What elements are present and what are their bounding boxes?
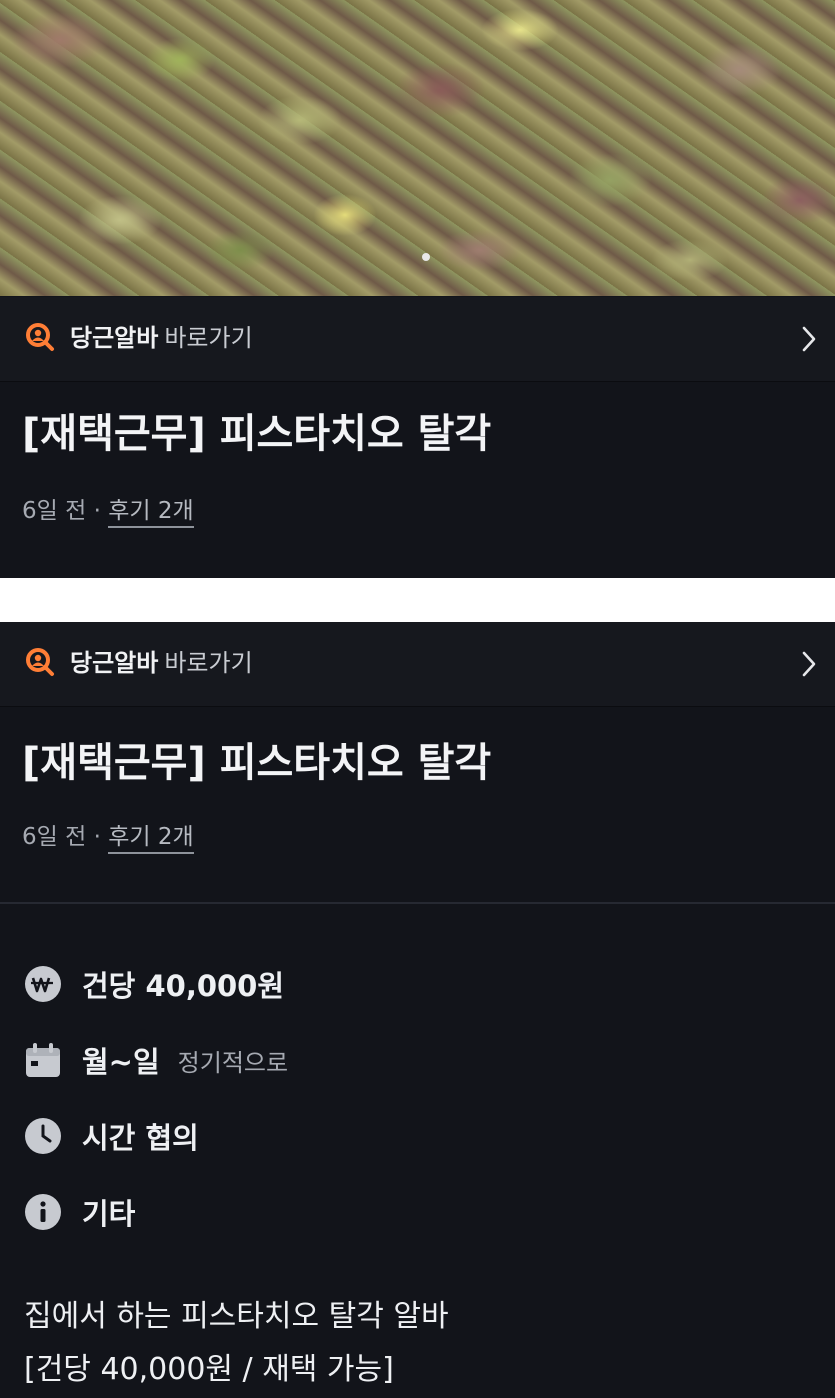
- post-meta: 6일 전 · 후기 2개: [22, 822, 194, 854]
- daangn-alba-logo-icon: [26, 648, 54, 676]
- work-days-frequency: 정기적으로: [177, 1048, 289, 1077]
- info-icon: [25, 1194, 61, 1230]
- link-shortcut-label: 바로가기: [164, 324, 253, 352]
- job-post-card-detail: 당근알바 바로가기 [재택근무] 피스타치오 탈각 6일 전 · 후기 2개 건당…: [0, 622, 835, 1398]
- daangn-alba-link-text: 당근알바 바로가기: [70, 648, 253, 678]
- posted-time: 6일 전: [22, 824, 87, 850]
- pay-row: 건당 40,000원: [24, 964, 284, 1004]
- brand-name: 당근알바: [70, 649, 159, 677]
- other-row: 기타: [24, 1192, 135, 1232]
- meta-separator: ·: [93, 824, 101, 850]
- work-days-label: 월~일: [82, 1045, 160, 1079]
- chevron-right-icon: [802, 651, 816, 677]
- meta-separator: ·: [93, 498, 101, 524]
- won-coin-icon: [25, 966, 61, 1002]
- work-time-row: 시간 협의: [24, 1116, 199, 1156]
- description-line-2: [건당 40,000원 / 재택 가능]: [24, 1352, 394, 1387]
- work-time-label: 시간 협의: [82, 1121, 199, 1155]
- clock-icon: [25, 1118, 61, 1154]
- daangn-alba-link[interactable]: 당근알바 바로가기: [0, 622, 835, 707]
- brand-name: 당근알바: [70, 324, 159, 352]
- daangn-alba-link-text: 당근알바 바로가기: [70, 323, 253, 353]
- link-shortcut-label: 바로가기: [164, 649, 253, 677]
- image-page-indicator: [422, 253, 430, 261]
- pay-label: 건당 40,000원: [82, 969, 285, 1003]
- daangn-alba-logo-icon: [26, 323, 54, 351]
- section-divider: [0, 902, 835, 904]
- description-line-1: 집에서 하는 피스타치오 탈각 알바: [24, 1299, 449, 1334]
- pistachio-photo[interactable]: [0, 0, 835, 296]
- calendar-icon: [26, 1043, 60, 1077]
- reviews-link[interactable]: 후기 2개: [108, 824, 194, 854]
- reviews-link[interactable]: 후기 2개: [108, 498, 194, 528]
- chevron-right-icon: [802, 326, 816, 352]
- post-title: [재택근무] 피스타치오 탈각: [22, 740, 492, 786]
- job-post-card-top: 당근알바 바로가기 [재택근무] 피스타치오 탈각 6일 전 · 후기 2개: [0, 0, 835, 578]
- daangn-alba-link[interactable]: 당근알바 바로가기: [0, 297, 835, 382]
- posted-time: 6일 전: [22, 498, 87, 524]
- other-label: 기타: [82, 1197, 136, 1231]
- post-meta: 6일 전 · 후기 2개: [22, 496, 194, 528]
- post-title: [재택근무] 피스타치오 탈각: [22, 411, 492, 457]
- work-days-row: 월~일 정기적으로: [24, 1040, 288, 1080]
